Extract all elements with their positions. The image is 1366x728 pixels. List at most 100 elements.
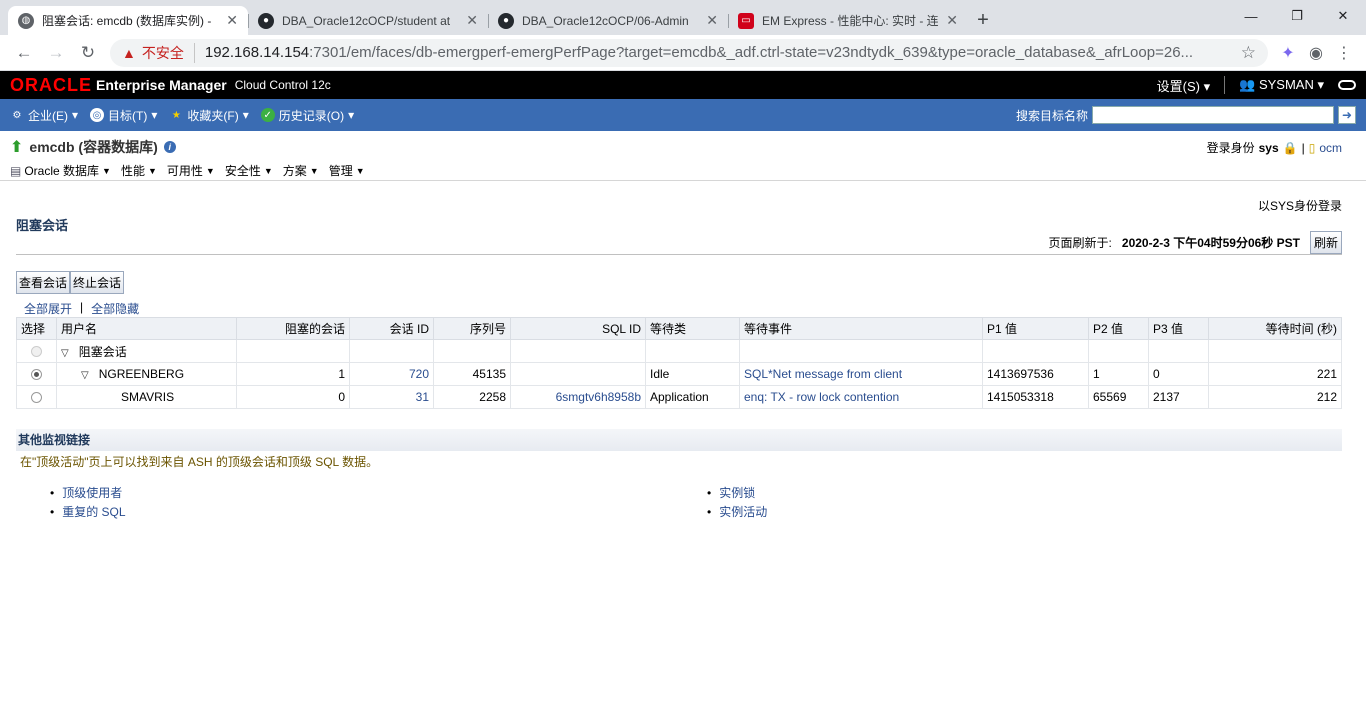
url-input[interactable]: ▲ 不安全 192.168.14.154:7301/em/faces/db-em… — [110, 38, 1268, 67]
user-menu[interactable]: 👥 SYSMAN ▾ — [1239, 77, 1324, 93]
browser-tab-0[interactable]: ◍ 阻塞会话: emcdb (数据库实例) - ✕ — [8, 6, 248, 35]
sql-id-link[interactable] — [510, 362, 646, 386]
collapse-triangle-icon[interactable]: ▽ — [81, 370, 89, 381]
target-icon: ◎ — [90, 108, 105, 122]
minimize-icon[interactable]: — — [1228, 0, 1274, 32]
col-session-id: 会话 ID — [349, 317, 434, 340]
close-icon[interactable]: ✕ — [706, 12, 718, 29]
history-icon: ✓ — [260, 108, 275, 122]
row-radio[interactable] — [31, 369, 42, 381]
caret-down-icon: ▾ — [348, 108, 355, 122]
wait-event-link[interactable]: enq: TX - row lock contention — [739, 385, 983, 409]
address-bar: ← → ↻ ▲ 不安全 192.168.14.154:7301/em/faces… — [0, 35, 1366, 71]
bookmark-star-icon[interactable]: ☆ — [1241, 43, 1256, 63]
col-p1: P1 值 — [982, 317, 1089, 340]
divider: | — [1301, 140, 1305, 155]
search-label: 搜索目标名称 — [1015, 108, 1088, 123]
tab-title: DBA_Oracle12cOCP/student at — [282, 13, 451, 28]
menu-security[interactable]: 安全性 ▼ — [225, 162, 273, 179]
menu-administration[interactable]: 管理 ▼ — [329, 162, 365, 179]
section-description: 在"顶级活动"页上可以找到来自 ASH 的顶级会话和顶级 SQL 数据。 — [20, 455, 379, 469]
oracle-oval-icon[interactable] — [1338, 80, 1356, 90]
url-host: 192.168.14.154 — [204, 44, 310, 61]
kill-session-button[interactable]: 终止会话 — [70, 271, 125, 294]
search-input[interactable] — [1092, 106, 1334, 124]
extension-icon[interactable]: ✦ — [1274, 39, 1302, 67]
expand-all-link[interactable]: 全部展开 — [24, 300, 72, 317]
p2-value: 65569 — [1088, 385, 1149, 409]
duplicate-sql-link[interactable]: 重复的 SQL — [62, 503, 125, 520]
sql-id-link[interactable]: 6smgtv6h8958b — [510, 385, 646, 409]
info-icon[interactable]: i — [163, 141, 176, 153]
close-window-icon[interactable]: ✕ — [1320, 0, 1366, 32]
collapse-all-link[interactable]: 全部隐藏 — [91, 300, 139, 317]
close-icon[interactable]: ✕ — [466, 12, 478, 29]
forward-arrow-icon[interactable]: → — [40, 38, 72, 68]
menu-label: Oracle 数据库 — [24, 164, 100, 178]
table-row: ▽ NGREENBERG 1 720 45135 Idle SQL*Net mes… — [16, 362, 1342, 386]
search-go-icon[interactable]: ➜ — [1338, 106, 1356, 124]
browser-tab-3[interactable]: ▭ EM Express - 性能中心: 实时 - 连 ✕ — [728, 6, 968, 35]
menu-oracle-database[interactable]: ▤ Oracle 数据库 ▼ — [10, 162, 111, 179]
refresh-label: 页面刷新于: — [1048, 236, 1112, 250]
menu-targets[interactable]: ◎ 目标(T) ▾ — [90, 107, 157, 124]
target-menu: ▤ Oracle 数据库 ▼ 性能 ▼ 可用性 ▼ 安全性 ▼ 方案 ▼ 管理 ▼ — [10, 162, 1356, 179]
table-header-row: 选择 用户名 阻塞的会话 会话 ID 序列号 SQL ID 等待类 等待事件 P… — [16, 317, 1342, 340]
menu-availability[interactable]: 可用性 ▼ — [167, 162, 215, 179]
caret-down-icon: ▾ — [1317, 77, 1324, 92]
restore-icon[interactable]: ❐ — [1274, 0, 1320, 32]
profile-avatar-icon[interactable]: ◉ — [1302, 39, 1330, 67]
menu-enterprise[interactable]: ⚙ 企业(E) ▾ — [10, 107, 79, 124]
warning-icon[interactable]: ▲ — [122, 45, 136, 61]
wait-class: Idle — [645, 362, 740, 386]
username: SMAVRIS — [121, 390, 175, 404]
instance-activity-link[interactable]: 实例活动 — [719, 503, 767, 520]
target-header: ⬆ emcdb (容器数据库) i ▤ Oracle 数据库 ▼ 性能 ▼ 可用性 ▼ … — [0, 131, 1366, 181]
wait-class: Application — [645, 385, 740, 409]
refresh-button[interactable]: 刷新 — [1309, 231, 1342, 254]
wait-event-link[interactable]: SQL*Net message from client — [739, 362, 983, 386]
table-row: ▽ 阻塞会话 — [16, 339, 1342, 363]
menu-label: 管理 — [328, 164, 353, 178]
menu-performance[interactable]: 性能 ▼ — [121, 162, 157, 179]
browser-tab-2[interactable]: ● DBA_Oracle12cOCP/06-Admin ✕ — [488, 6, 728, 35]
instance-locks-link[interactable]: 实例锁 — [719, 484, 755, 501]
right-link-list: 实例锁 实例活动 — [707, 483, 767, 521]
sys-login-note: 以SYS身份登录 — [1257, 199, 1342, 213]
menu-schema[interactable]: 方案 ▼ — [283, 162, 319, 179]
login-label: 登录身份 — [1206, 141, 1255, 155]
col-select: 选择 — [16, 317, 57, 340]
menu-favorites[interactable]: ★ 收藏夹(F) ▾ — [169, 107, 249, 124]
product-name: Enterprise Manager — [96, 77, 227, 93]
settings-menu[interactable]: 设置(S) ▾ — [1157, 76, 1211, 95]
close-icon[interactable]: ✕ — [946, 12, 958, 29]
insecure-label[interactable]: 不安全 — [142, 42, 195, 63]
host-icon: ▯ — [1308, 140, 1316, 155]
collapse-triangle-icon[interactable]: ▽ — [61, 348, 69, 359]
caret-down-icon: ▼ — [263, 165, 273, 176]
browser-tab-1[interactable]: ● DBA_Oracle12cOCP/student at ✕ — [248, 6, 488, 35]
url-path: :7301/em/faces/db-emergperf-emergPerfPag… — [309, 44, 1194, 61]
status-up-icon: ⬆ — [10, 139, 24, 156]
target-name: emcdb (容器数据库) — [29, 139, 158, 155]
back-arrow-icon[interactable]: ← — [8, 38, 40, 68]
session-id-link[interactable]: 720 — [349, 362, 434, 386]
globe-icon: ◍ — [18, 12, 34, 29]
window-controls: — ❐ ✕ — [1228, 0, 1366, 32]
top-consumers-link[interactable]: 顶级使用者 — [62, 484, 122, 501]
wait-time: 221 — [1208, 362, 1342, 386]
session-id-link[interactable]: 31 — [349, 385, 434, 409]
close-icon[interactable]: ✕ — [226, 12, 238, 29]
reload-icon[interactable]: ↻ — [72, 38, 104, 68]
host-link[interactable]: ocm — [1319, 141, 1342, 155]
view-session-button[interactable]: 查看会话 — [16, 271, 71, 294]
tab-title: DBA_Oracle12cOCP/06-Admin — [522, 13, 689, 28]
blocked-count: 0 — [236, 385, 350, 409]
settings-label: 设置(S) — [1156, 78, 1200, 94]
new-tab-button[interactable]: + — [968, 6, 998, 35]
menu-history[interactable]: ✓ 历史记录(O) ▾ — [260, 107, 355, 124]
col-blocked: 阻塞的会话 — [236, 317, 350, 340]
row-radio[interactable] — [31, 392, 42, 404]
browser-menu-icon[interactable]: ⋮ — [1330, 39, 1358, 67]
row-radio — [31, 346, 42, 358]
